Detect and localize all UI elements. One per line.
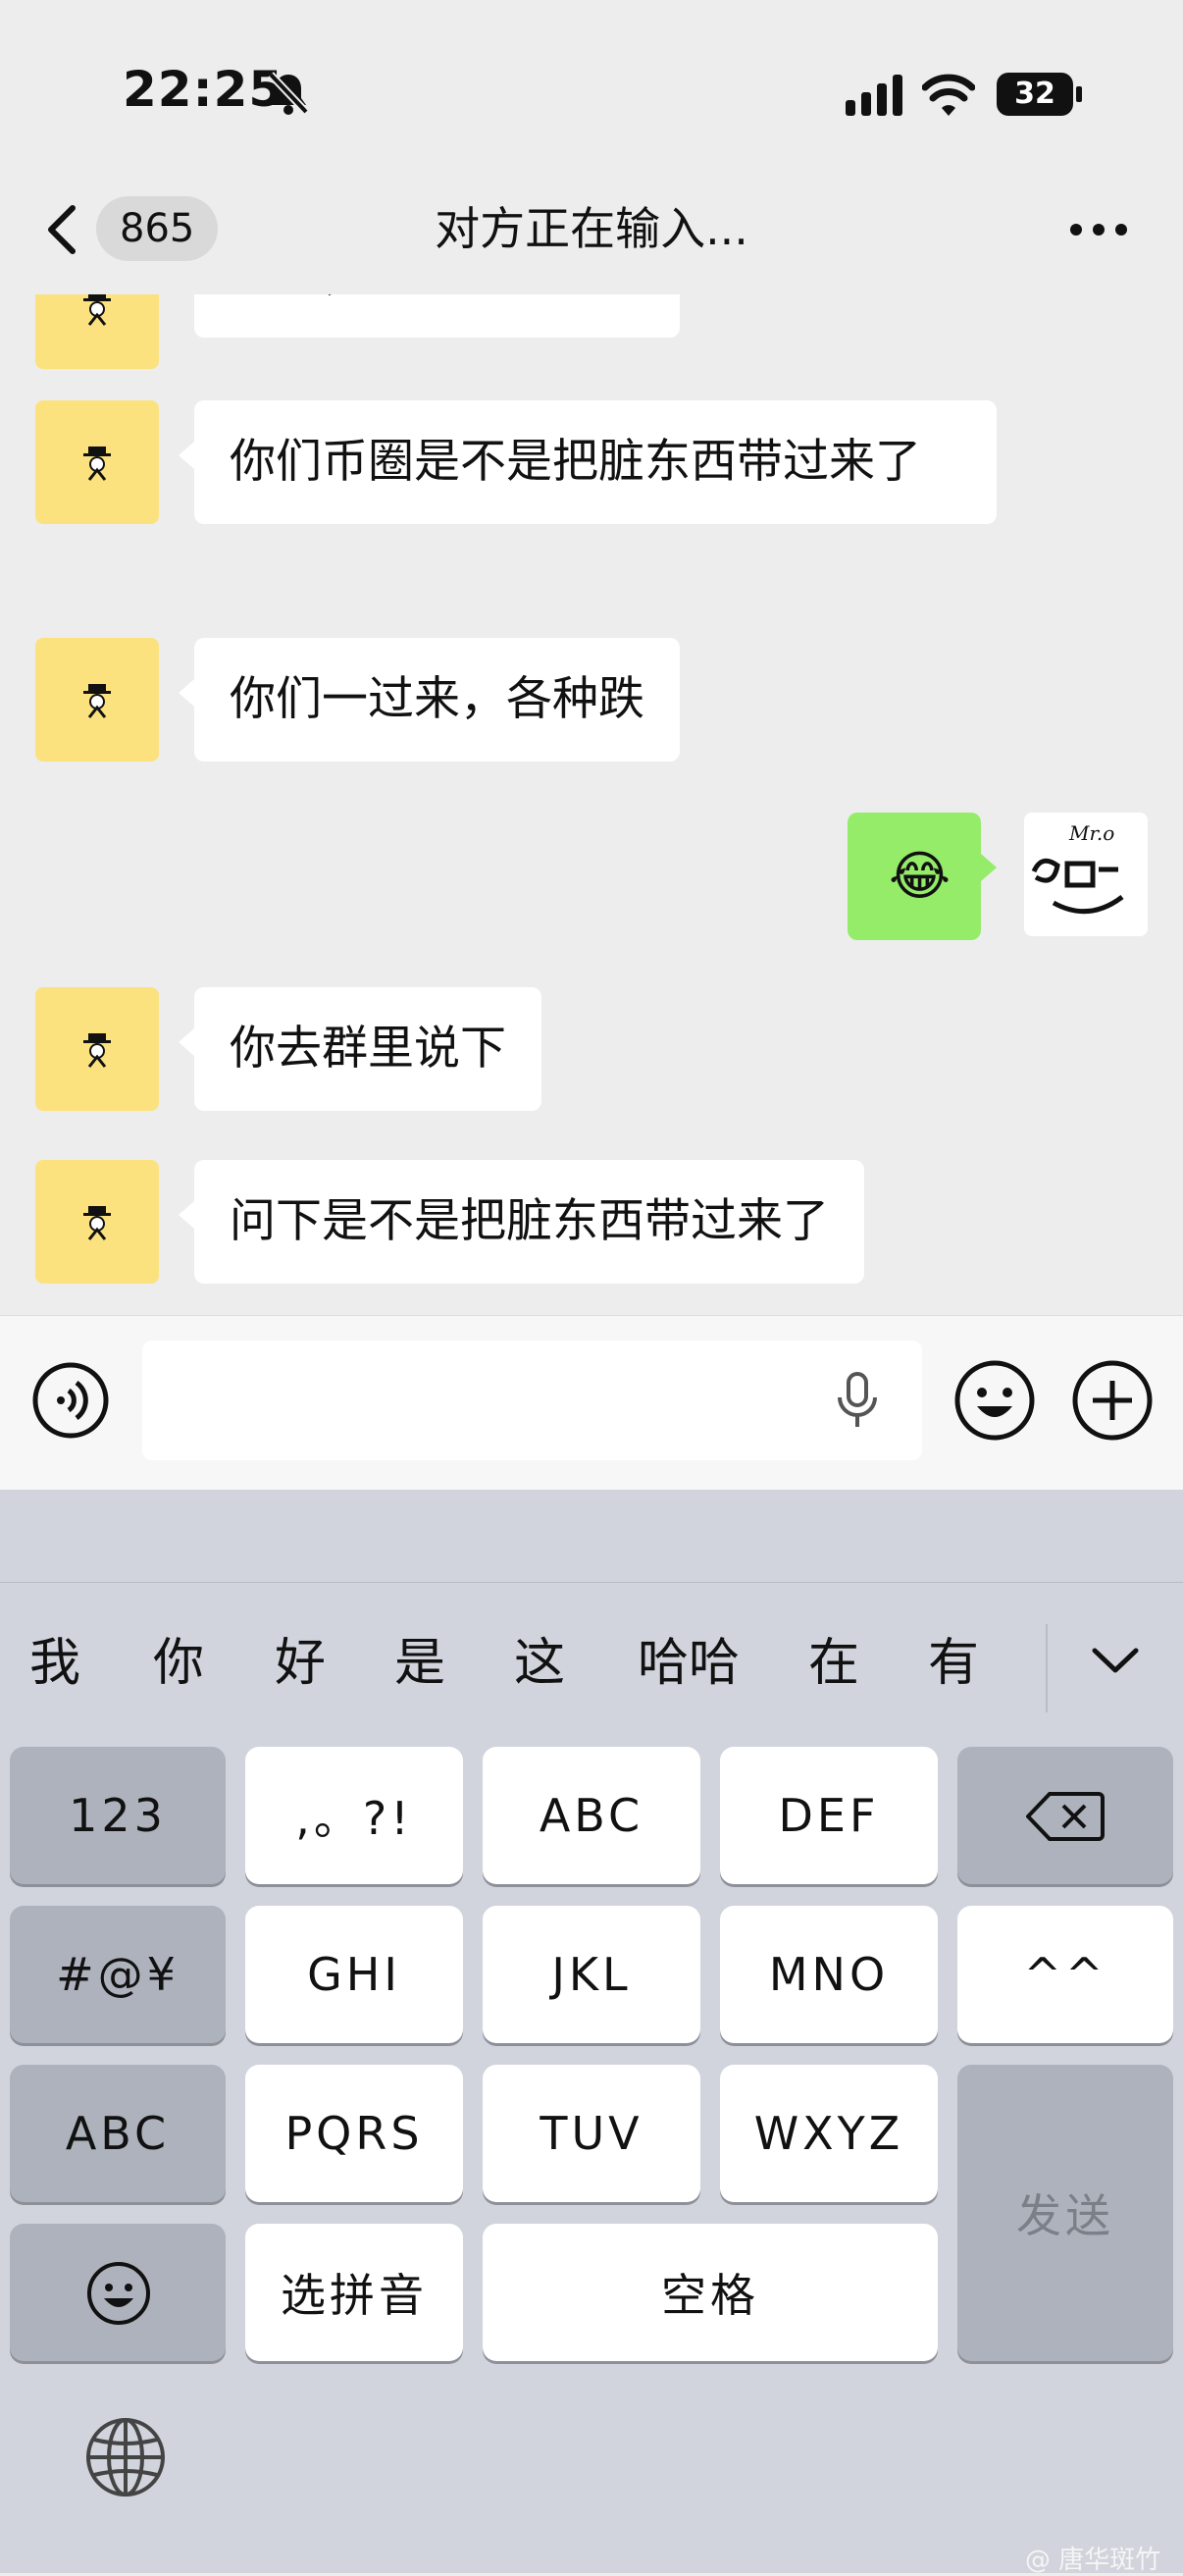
battery-tip (1076, 86, 1082, 102)
contact-avatar[interactable] (35, 1160, 159, 1284)
key-123[interactable]: 123 (10, 1747, 226, 1884)
space-key[interactable]: 空格 (483, 2224, 938, 2361)
emoji-button-icon[interactable] (953, 1359, 1036, 1446)
candidate-divider (1046, 1624, 1048, 1712)
key-select-pinyin[interactable]: 选拼音 (245, 2224, 463, 2361)
key-punctuation[interactable]: ,。?! (245, 1747, 463, 1884)
watermark: @ 唐华斑竹 (1025, 2546, 1161, 2575)
smiley-icon (87, 2262, 150, 2325)
contact-avatar[interactable] (35, 638, 159, 762)
key-symbols[interactable]: #@¥ (10, 1906, 226, 2043)
battery-level: 32 (1014, 77, 1055, 111)
my-avatar-text: Mr.o (1068, 821, 1114, 845)
send-key[interactable]: 发送 (957, 2065, 1173, 2361)
voice-input-toggle-icon[interactable] (31, 1361, 110, 1444)
backspace-icon (1026, 1792, 1105, 1841)
contact-avatar[interactable] (35, 987, 159, 1111)
back-chevron-icon[interactable] (43, 202, 82, 261)
message-bubble[interactable]: 是的，把毒币过来了 (194, 294, 680, 338)
message-input[interactable] (142, 1341, 922, 1460)
candidate-word[interactable]: 哈哈 (638, 1629, 740, 1698)
candidate-word[interactable]: 你 (153, 1629, 204, 1698)
clock: 22:25 (123, 61, 284, 118)
more-options-icon[interactable] (1069, 222, 1128, 240)
candidate-word[interactable]: 是 (394, 1629, 445, 1698)
contact-avatar[interactable] (35, 294, 159, 369)
signal-icon (846, 75, 904, 120)
message-bubble[interactable]: 问下是不是把脏东西带过来了 (179, 1160, 864, 1284)
unread-count-badge[interactable]: 865 (96, 196, 219, 261)
plus-more-icon[interactable] (1071, 1359, 1154, 1446)
mute-bell-icon (267, 71, 310, 120)
contact-avatar[interactable] (35, 400, 159, 524)
key-ghi[interactable]: GHI (245, 1906, 463, 2043)
wifi-icon (921, 73, 976, 120)
candidate-word[interactable]: 有 (928, 1629, 979, 1698)
key-abc-mode[interactable]: ABC (10, 2065, 226, 2202)
expand-candidates-chevron-icon[interactable] (1091, 1647, 1140, 1680)
message-bubble[interactable]: 你们一过来，各种跌 (179, 638, 680, 762)
my-avatar[interactable]: Mr.o (1024, 813, 1148, 936)
key-tuv[interactable]: TUV (483, 2065, 700, 2202)
key-pqrs[interactable]: PQRS (245, 2065, 463, 2202)
my-message-bubble[interactable]: 😂 (848, 813, 997, 940)
candidate-word[interactable]: 这 (514, 1629, 565, 1698)
key-emoticon[interactable]: ^^ (957, 1906, 1173, 2043)
key-abc[interactable]: ABC (483, 1747, 700, 1884)
emoji-keyboard-key[interactable] (10, 2224, 226, 2361)
candidate-word[interactable]: 好 (275, 1629, 326, 1698)
candidate-word[interactable]: 我 (29, 1629, 80, 1698)
message-bubble[interactable]: 你们币圈是不是把脏东西带过来了 (179, 400, 997, 524)
battery-icon: 32 (997, 73, 1073, 116)
candidate-word[interactable]: 在 (808, 1629, 859, 1698)
backspace-key[interactable] (957, 1747, 1173, 1884)
message-list[interactable]: 是的，把毒币过来了 你们币圈是不是把脏东西带过来了 你们一过来，各种跌 😂 Mr… (0, 294, 1183, 1315)
message-bubble[interactable]: 你去群里说下 (179, 987, 541, 1111)
key-wxyz[interactable]: WXYZ (720, 2065, 938, 2202)
microphone-icon[interactable] (836, 1372, 879, 1433)
key-mno[interactable]: MNO (720, 1906, 938, 2043)
keyboard-divider (0, 1582, 1183, 1583)
globe-icon[interactable] (84, 2416, 167, 2502)
key-jkl[interactable]: JKL (483, 1906, 700, 2043)
key-def[interactable]: DEF (720, 1747, 938, 1884)
